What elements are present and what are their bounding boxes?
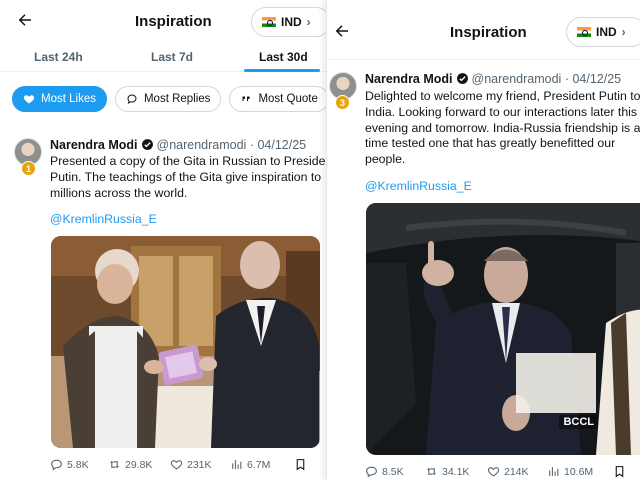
tweet-actions: 5.8K 29.8K 231K 6.7M bbox=[50, 458, 320, 471]
author-name[interactable]: Narendra Modi bbox=[50, 138, 138, 152]
views-bar-chart-icon bbox=[549, 467, 559, 476]
active-tab-indicator bbox=[244, 69, 320, 72]
repost-button[interactable]: 34.1K bbox=[425, 465, 487, 478]
filter-label: Most Quote bbox=[258, 93, 318, 105]
reply-icon bbox=[127, 94, 137, 105]
image-watermark: BCCL bbox=[559, 415, 598, 429]
rank-badge: 1 bbox=[21, 161, 36, 176]
chevron-right-icon: › bbox=[621, 25, 626, 39]
like-count: 231K bbox=[187, 458, 212, 471]
country-selector[interactable]: IND › bbox=[251, 7, 330, 37]
reply-count: 5.8K bbox=[67, 458, 89, 471]
top-bar: Inspiration IND › bbox=[327, 0, 640, 60]
tweet-text-line: India. Looking forward to our interactio… bbox=[365, 104, 638, 119]
tweet-text-line: Presented a copy of the Gita in Russian … bbox=[50, 154, 330, 168]
bookmark-icon bbox=[296, 459, 305, 471]
tweet-card[interactable]: 3 Narendra Modi @narendramodi · 04/12/25 … bbox=[327, 68, 640, 480]
reply-icon bbox=[366, 466, 377, 478]
reply-icon bbox=[51, 459, 62, 471]
reply-button[interactable]: 5.8K bbox=[50, 458, 108, 471]
like-button[interactable]: 231K bbox=[170, 458, 230, 471]
filter-label: Most Likes bbox=[41, 93, 96, 105]
tweet-text-line: time tested one that has greatly benefit… bbox=[365, 136, 616, 151]
bookmark-button[interactable] bbox=[613, 465, 626, 478]
sort-filters: Most Likes Most Replies Most Quote bbox=[12, 86, 329, 112]
tweet-text: Delighted to welcome my friend, Presiden… bbox=[365, 89, 640, 168]
reply-button[interactable]: 8.5K bbox=[365, 465, 425, 478]
repost-icon bbox=[427, 467, 436, 476]
bookmark-button[interactable] bbox=[294, 458, 307, 471]
tab-last-24h[interactable]: Last 24h bbox=[34, 50, 83, 64]
photo-car-interior bbox=[366, 203, 640, 455]
top-bar: Inspiration IND › bbox=[0, 0, 330, 42]
mention-link[interactable]: @KremlinRussia_E bbox=[365, 179, 472, 193]
tweet-text-line: millions across the world. bbox=[50, 185, 188, 200]
tweet-text-line: Delighted to welcome my friend, Presiden… bbox=[365, 89, 640, 103]
filter-label: Most Replies bbox=[143, 93, 211, 105]
back-arrow-icon[interactable] bbox=[16, 11, 34, 33]
tab-last-30d[interactable]: Last 30d bbox=[259, 50, 308, 64]
reply-count: 8.5K bbox=[382, 465, 404, 478]
repost-icon bbox=[110, 460, 119, 469]
filter-most-likes-button[interactable]: Most Likes bbox=[12, 86, 107, 112]
heart-outline-icon bbox=[487, 467, 500, 477]
tweet-date: 04/12/25 bbox=[257, 138, 307, 152]
tweet-card[interactable]: 1 Narendra Modi @narendramodi · 04/12/25 … bbox=[0, 130, 330, 480]
view-count: 6.7M bbox=[247, 458, 271, 471]
back-arrow-icon[interactable] bbox=[333, 22, 351, 44]
country-label: IND bbox=[596, 25, 617, 39]
date-separator: · bbox=[246, 138, 258, 152]
bookmark-icon bbox=[615, 466, 624, 478]
time-range-tabs: Last 24h Last 7d Last 30d bbox=[0, 42, 330, 72]
country-label: IND bbox=[281, 15, 302, 29]
tweet-text-line: Putin. The teachings of the Gita give in… bbox=[50, 169, 322, 184]
author-name[interactable]: Narendra Modi bbox=[365, 72, 453, 86]
left-screen: Inspiration IND › Last 24h Last 7d Last … bbox=[0, 0, 330, 480]
india-flag-icon bbox=[577, 27, 591, 37]
tweet-image[interactable] bbox=[51, 236, 320, 448]
mention-link[interactable]: @KremlinRussia_E bbox=[50, 212, 157, 226]
tweet-text-line: people. bbox=[365, 152, 406, 167]
views-button[interactable]: 10.6M bbox=[547, 465, 613, 478]
verified-badge-icon bbox=[456, 72, 469, 88]
tab-last-7d[interactable]: Last 7d bbox=[151, 50, 193, 64]
page-title: Inspiration bbox=[135, 13, 212, 30]
country-selector[interactable]: IND › bbox=[566, 17, 640, 47]
author-handle[interactable]: @narendramodi bbox=[472, 72, 562, 86]
page-title: Inspiration bbox=[450, 24, 527, 41]
rank-badge: 3 bbox=[335, 95, 350, 110]
tweet-text-line: evening and tomorrow. India-Russia frien… bbox=[365, 120, 640, 135]
filter-most-quote-button[interactable]: Most Quote bbox=[229, 86, 329, 112]
author-handle[interactable]: @narendramodi bbox=[157, 138, 247, 152]
like-button[interactable]: 214K bbox=[487, 465, 547, 478]
like-count: 214K bbox=[504, 465, 529, 478]
views-bar-chart-icon bbox=[232, 460, 242, 469]
date-separator: · bbox=[561, 72, 573, 86]
tweet-actions: 8.5K 34.1K 214K 10.6M bbox=[365, 465, 640, 478]
verified-badge-icon bbox=[141, 138, 154, 154]
chevron-right-icon: › bbox=[306, 15, 311, 29]
heart-outline-icon bbox=[170, 460, 183, 470]
repost-count: 29.8K bbox=[125, 458, 153, 471]
quote-icon bbox=[242, 96, 250, 101]
repost-button[interactable]: 29.8K bbox=[108, 458, 170, 471]
tweet-header: Narendra Modi @narendramodi · 04/12/25 bbox=[50, 138, 306, 154]
filter-most-replies-button[interactable]: Most Replies bbox=[114, 86, 222, 112]
heart-icon bbox=[23, 95, 35, 104]
tweet-date: 04/12/25 bbox=[572, 72, 622, 86]
right-screen: Inspiration IND › 3 Narendra Modi @narend… bbox=[326, 0, 640, 480]
view-count: 10.6M bbox=[564, 465, 594, 478]
repost-count: 34.1K bbox=[442, 465, 470, 478]
photo-gita-gift bbox=[51, 236, 320, 448]
views-button[interactable]: 6.7M bbox=[230, 458, 294, 471]
india-flag-icon bbox=[262, 17, 276, 27]
tweet-image[interactable]: BCCL bbox=[366, 203, 640, 455]
tweet-header: Narendra Modi @narendramodi · 04/12/25 bbox=[365, 72, 621, 88]
tweet-text: Presented a copy of the Gita in Russian … bbox=[50, 154, 330, 201]
